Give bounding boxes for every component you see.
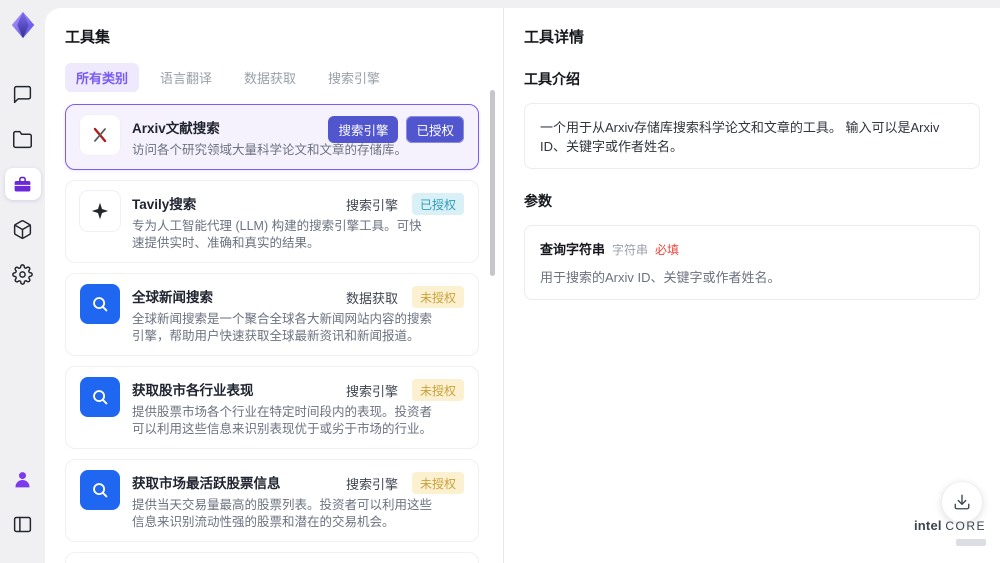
category-label: 搜索引擎 (345, 476, 398, 492)
parameter-required-label: 必填 (655, 243, 680, 257)
tool-description: 提供股票市场各个行业在特定时间段内的表现。投资者可以利用这些信息来识别表现优于或… (132, 405, 433, 436)
folder-icon (13, 130, 32, 148)
left-sidebar (0, 0, 45, 563)
tool-description: 提供当天交易量最高的股票列表。投资者可以利用这些信息来识别流动性强的股票和潜在的… (132, 498, 433, 529)
category-label: 数据获取 (345, 290, 398, 306)
tab-data-fetch[interactable]: 数据获取 (233, 63, 307, 92)
tab-search-engine[interactable]: 搜索引擎 (317, 63, 391, 92)
sidebar-item-account[interactable] (5, 463, 41, 495)
tool-card-active-stocks[interactable]: 获取市场最活跃股票信息 提供当天交易量最高的股票列表。投资者可以利用这些信息来识… (65, 459, 479, 542)
sidebar-item-models[interactable] (5, 213, 41, 245)
detail-title: 工具详情 (524, 29, 585, 46)
category-tabs: 所有类别 语言翻译 数据获取 搜索引擎 (65, 63, 479, 92)
panel-toggle-icon (13, 516, 32, 532)
category-label: 搜索引擎 (345, 383, 398, 399)
sidebar-item-collapse[interactable] (5, 508, 41, 540)
cube-icon (13, 219, 32, 239)
download-button[interactable] (941, 481, 983, 523)
tool-card-arxiv[interactable]: Arxiv文献搜索 访问各个研究领域大量科学论文和文章的存储库。 搜索引擎 已授… (65, 104, 479, 170)
tool-description: 访问各个研究领域大量科学论文和文章的存储库。 (132, 143, 408, 157)
status-badge: 已授权 (411, 193, 464, 215)
toolbox-icon (14, 176, 31, 191)
sidebar-item-settings[interactable] (5, 258, 41, 290)
tool-card-regional-news[interactable]: 万维地区新闻查询 查询具体行政区划内的新闻，快速了解各地新闻动态 搜索引擎 未授… (65, 552, 479, 563)
intro-heading: 工具介绍 (524, 71, 580, 87)
status-badge: 未授权 (411, 379, 464, 401)
page-title: 工具集 (65, 29, 111, 46)
stock-search-icon (80, 377, 120, 417)
tool-card-tavily[interactable]: Tavily搜索 专为人工智能代理 (LLM) 构建的搜索引擎工具。可快速提供实… (65, 180, 479, 263)
tavily-logo-icon (80, 191, 120, 231)
download-icon (954, 494, 970, 510)
user-icon (15, 471, 30, 487)
app-logo-icon (8, 10, 38, 40)
tab-all-categories[interactable]: 所有类别 (65, 63, 140, 92)
tool-description: 全球新闻搜索是一个聚合全球各大新闻网站内容的搜索引擎，帮助用户快速获取全球最新资… (132, 312, 433, 343)
tool-list-panel: 工具集 所有类别 语言翻译 数据获取 搜索引擎 Arxiv文献搜索 访问各个研究… (45, 8, 503, 563)
gear-icon (12, 263, 33, 285)
core-wordmark: CORE (945, 519, 986, 533)
chat-icon (13, 85, 32, 103)
stock-search-icon (80, 470, 120, 510)
list-scrollbar-thumb[interactable] (490, 90, 495, 276)
tab-language-translation[interactable]: 语言翻译 (149, 63, 223, 92)
params-heading: 参数 (524, 193, 552, 209)
tool-intro-card: 一个用于从Arxiv存储库搜索科学论文和文章的工具。 输入可以是Arxiv ID… (524, 103, 980, 169)
sidebar-item-chat[interactable] (5, 78, 41, 110)
parameter-name: 查询字符串 (540, 242, 606, 257)
parameter-description: 用于搜索的Arxiv ID、关键字或作者姓名。 (540, 270, 781, 285)
arxiv-logo-icon (80, 115, 120, 155)
news-search-icon (80, 284, 120, 324)
intel-core-sub-mark (956, 539, 986, 546)
tool-card-global-news[interactable]: 全球新闻搜索 全球新闻搜索是一个聚合全球各大新闻网站内容的搜索引擎，帮助用户快速… (65, 273, 479, 356)
tool-card-sector-performance[interactable]: 获取股市各行业表现 提供股票市场各个行业在特定时间段内的表现。投资者可以利用这些… (65, 366, 479, 449)
status-badge: 未授权 (411, 472, 464, 494)
intel-core-logo: intel CORE (914, 518, 986, 551)
intel-wordmark: intel (913, 518, 942, 533)
category-badge: 搜索引擎 (328, 116, 399, 143)
status-badge: 已授权 (406, 116, 464, 143)
category-label: 搜索引擎 (345, 197, 398, 213)
main-content: 工具集 所有类别 语言翻译 数据获取 搜索引擎 Arxiv文献搜索 访问各个研究… (45, 8, 1000, 563)
status-badge: 未授权 (411, 286, 464, 308)
parameter-card: 查询字符串 字符串 必填 用于搜索的Arxiv ID、关键字或作者姓名。 (524, 225, 980, 300)
parameter-type: 字符串 (612, 243, 649, 257)
sidebar-item-files[interactable] (5, 123, 41, 155)
sidebar-item-tools[interactable] (4, 168, 41, 200)
tool-detail-panel: 工具详情 工具介绍 一个用于从Arxiv存储库搜索科学论文和文章的工具。 输入可… (503, 8, 1000, 563)
tool-description: 专为人工智能代理 (LLM) 构建的搜索引擎工具。可快速提供实时、准确和真实的结… (132, 219, 422, 250)
